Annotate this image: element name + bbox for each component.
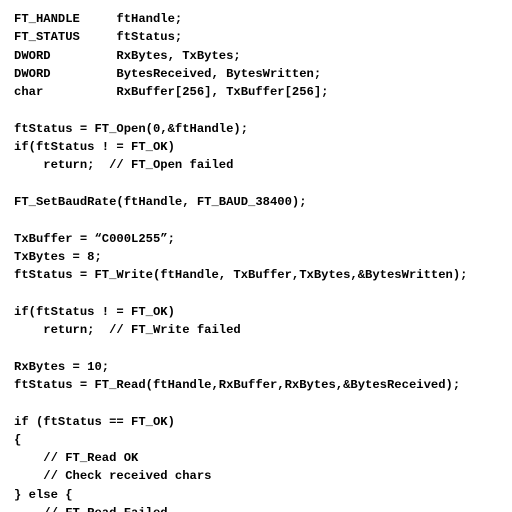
code-block: FT_HANDLE ftHandle; FT_STATUS ftStatus; … — [0, 0, 512, 512]
